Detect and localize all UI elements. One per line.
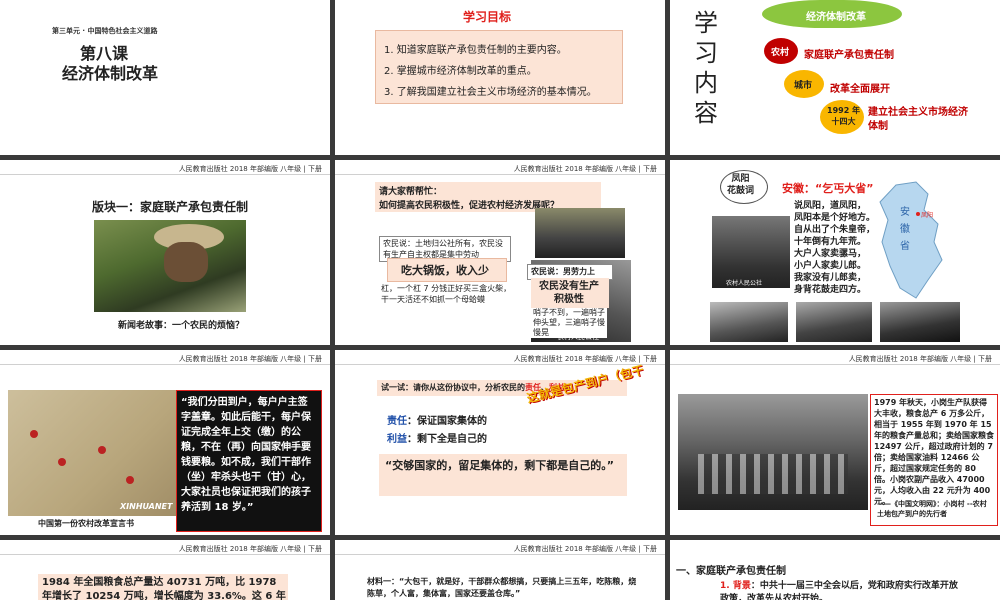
interest-line: 利益：剩下全是自己的	[387, 430, 487, 445]
header-divider	[0, 554, 330, 555]
header-divider	[335, 174, 665, 175]
section-heading: 一、家庭联产承包责任制	[676, 566, 786, 577]
responsibility-line: 责任：保证国家集体的	[387, 412, 487, 427]
quote-text-4: 哨子不到，一遍哨子伸头望，三遍哨子慢慢晃	[533, 308, 605, 337]
slide-thumbnail-5[interactable]: 人民教育出版社 2018 年部编版 八年级 | 下册 请大家帮帮忙： 如何提高农…	[335, 160, 665, 345]
stats-box: 1984 年全国粮食总产量达 40731 万吨，比 1978 年增长了 1025…	[38, 574, 288, 600]
rural-text: 家庭联产承包责任制	[804, 50, 894, 61]
reform-banner-text: 经济体制改革	[806, 12, 866, 23]
slide-thumbnail-1[interactable]: 第三单元 · 中国特色社会主义道路 第八课 经济体制改革	[0, 0, 330, 155]
slide-thumbnail-6[interactable]: 凤阳 花鼓词 安徽：“乞丐大省” 说凤阳，道凤阳， 凤阳本是个好地方。 自从出了…	[670, 160, 1000, 345]
slide-thumbnail-8[interactable]: 人民教育出版社 2018 年部编版 八年级 | 下册 试一试：请你从这份协议中，…	[335, 350, 665, 535]
background-para: 1. 背景：中共十一届三中全会以后，党和政府实行改革开放政策，改革先从农村开始。	[720, 580, 980, 600]
goal-item: 1. 知道家庭联产承包责任制的主要内容。	[384, 45, 567, 56]
slide-thumbnail-10[interactable]: 人民教育出版社 2018 年部编版 八年级 | 下册 1984 年全国粮食总产量…	[0, 540, 330, 600]
village-photo-3	[880, 302, 960, 342]
goals-box: 1. 知道家庭联产承包责任制的主要内容。 2. 掌握城市经济体制改革的重点。 3…	[375, 30, 623, 104]
market-text: 建立社会主义市场经济 体制	[868, 107, 968, 132]
map-label: 安 徽 省	[900, 207, 910, 252]
quote-text-2: 杠，一个杠 7 分钱正好买三盒火柴，干一天活还不如抓一个母蛤蟆	[381, 284, 512, 304]
village-photo-2	[796, 302, 872, 342]
watermark-text: XINHUANET	[120, 502, 173, 511]
contract-document-photo	[8, 390, 178, 516]
xiaogang-villagers-photo	[678, 394, 868, 510]
responsibility-text: ：保证国家集体的	[407, 416, 487, 427]
quote-text-1: 农民说：土地归公社所有，农民没有生产自主权都是集中劳动	[383, 239, 503, 259]
slide-header: 人民教育出版社 2018 年部编版 八年级 | 下册	[513, 165, 657, 173]
slide-thumbnail-2[interactable]: 学习目标 1. 知道家庭联产承包责任制的主要内容。 2. 掌握城市经济体制改革的…	[335, 0, 665, 155]
header-divider	[335, 554, 665, 555]
slide-header: 人民教育出版社 2018 年部编版 八年级 | 下册	[848, 355, 992, 363]
question-line-2: 如何提高农民积极性，促进农村经济发展呢？	[379, 201, 560, 211]
background-label: 1. 背景	[720, 581, 751, 591]
city-marker	[916, 212, 920, 216]
header-divider	[0, 174, 330, 175]
quote-box-2: 杠，一个杠 7 分钱正好买三盒火柴，干一天活还不如抓一个母蛤蟆	[379, 282, 519, 316]
label-text-1: 吃大锅饭，收入少	[401, 264, 489, 277]
slide-header: 人民教育出版社 2018 年部编版 八年级 | 下册	[178, 355, 322, 363]
question-line-1: 请大家帮帮忙：	[379, 187, 443, 197]
unit-label: 第三单元 · 中国特色社会主义道路	[52, 27, 158, 35]
lesson-title: 经济体制改革	[62, 64, 159, 83]
quote-panel: “我们分田到户，每户户主签字盖章。如此后能干，每户保证完成全年上交（缴）的公粮，…	[176, 390, 322, 532]
label-text-2: 农民没有生产 积极性	[539, 281, 599, 305]
tag-text: 凤阳 花鼓词	[727, 174, 755, 196]
quote-text-3: 农民说：男劳力上	[531, 267, 595, 276]
commune-caption: 农村人民公社	[726, 280, 763, 287]
material-one: 材料一：“大包干，就是好，干部群众都想搞，只要搞上三五年，吃陈粮，烧陈草，个人富…	[367, 577, 637, 598]
block-title: 版块一：家庭联产承包责任制	[92, 200, 249, 214]
slide-thumbnail-4[interactable]: 人民教育出版社 2018 年部编版 八年级 | 下册 版块一：家庭联产承包责任制…	[0, 160, 330, 345]
farmer-photo	[94, 220, 246, 312]
goal-item: 3. 了解我国建立社会主义市场经济的基本情况。	[384, 87, 597, 98]
slide-thumbnail-11[interactable]: 人民教育出版社 2018 年部编版 八年级 | 下册 材料一：“大包干，就是好，…	[335, 540, 665, 600]
header-divider	[0, 364, 330, 365]
interest-label: 利益	[387, 434, 407, 445]
slide-thumbnail-7[interactable]: 人民教育出版社 2018 年部编版 八年级 | 下册 XINHUANET 中国第…	[0, 350, 330, 535]
grain-stats: 1984 年全国粮食总产量达 40731 万吨，比 1978 年增长了 1025…	[42, 577, 286, 600]
photo-caption: 新闻老故事：一个农民的烦恼？	[118, 321, 245, 331]
anhui-map	[879, 181, 943, 299]
farmers-photo-right	[535, 208, 625, 258]
prompt-part: 试一试：请你从这份协议中，分析农民的	[381, 383, 525, 392]
background-text: 1. 背景：中共十一届三中全会以后，党和政府实行改革开放政策，改革先从农村开始。	[720, 580, 960, 600]
facts-source: ——《中国文明网》：小岗村 --农村土地包产到户的先行者	[877, 500, 987, 518]
interest-text: ：剩下全是自己的	[407, 434, 487, 445]
badge-rural-text: 农村	[771, 48, 790, 58]
goal-item: 2. 掌握城市经济体制改革的重点。	[384, 66, 537, 77]
xiaogang-facts: 1979 年秋天，小岗生产队获得大丰收，粮食总产 6 万多公斤，相当于 1955…	[874, 398, 994, 506]
anhui-title: 安徽：“乞丐大省”	[782, 182, 874, 195]
material-box: 材料一：“大包干，就是好，干部群众都想搞，只要搞上三五年，吃陈粮，烧陈草，个人富…	[367, 576, 637, 600]
village-photo-1	[710, 302, 788, 342]
slide-thumbnail-3[interactable]: 学 习 内 容 经济体制改革 农村 家庭联产承包责任制 城市 改革全面展开 19…	[670, 0, 1000, 155]
quote-box-4: 哨子不到，一遍哨子伸头望，三遍哨子慢慢晃	[531, 308, 607, 338]
big-vertical-title: 学 习 内 容	[694, 9, 718, 127]
facts-box: 1979 年秋天，小岗生产队获得大丰收，粮食总产 6 万多公斤，相当于 1955…	[870, 394, 998, 526]
goals-heading: 学习目标	[463, 10, 512, 24]
city-text: 改革全面展开	[830, 84, 890, 95]
slogan-quote: “交够国家的，留足集体的，剩下都是自己的。”	[385, 459, 614, 472]
agreement-quote: “我们分田到户，每户户主签字盖章。如此后能干，每户保证完成全年上交（缴）的公粮，…	[181, 397, 311, 513]
header-divider	[335, 364, 665, 365]
city-label: 凤阳	[921, 212, 934, 219]
slide-thumbnail-9[interactable]: 人民教育出版社 2018 年部编版 八年级 | 下册 1979 年秋天，小岗生产…	[670, 350, 1000, 535]
responsibility-label: 责任	[387, 416, 407, 427]
slide-header: 人民教育出版社 2018 年部编版 八年级 | 下册	[178, 165, 322, 173]
fengyang-poem: 说凤阳，道凤阳， 凤阳本是个好地方。 自从出了个朱皇帝， 十年倒有九年荒。 大户…	[794, 201, 876, 295]
slide-thumbnail-12[interactable]: 一、家庭联产承包责任制 1. 背景：中共十一届三中全会以后，党和政府实行改革开放…	[670, 540, 1000, 600]
slide-header: 人民教育出版社 2018 年部编版 八年级 | 下册	[513, 545, 657, 553]
document-caption: 中国第一份农村改革宣言书	[38, 519, 134, 528]
background-body: ：中共十一届三中全会以后，党和政府实行改革开放政策，改革先从农村开始。	[720, 581, 958, 600]
header-divider	[670, 364, 1000, 365]
badge-city-text: 城市	[794, 81, 813, 91]
slide-header: 人民教育出版社 2018 年部编版 八年级 | 下册	[178, 545, 322, 553]
badge-1992-text: 1992 年 十四大	[827, 106, 861, 126]
